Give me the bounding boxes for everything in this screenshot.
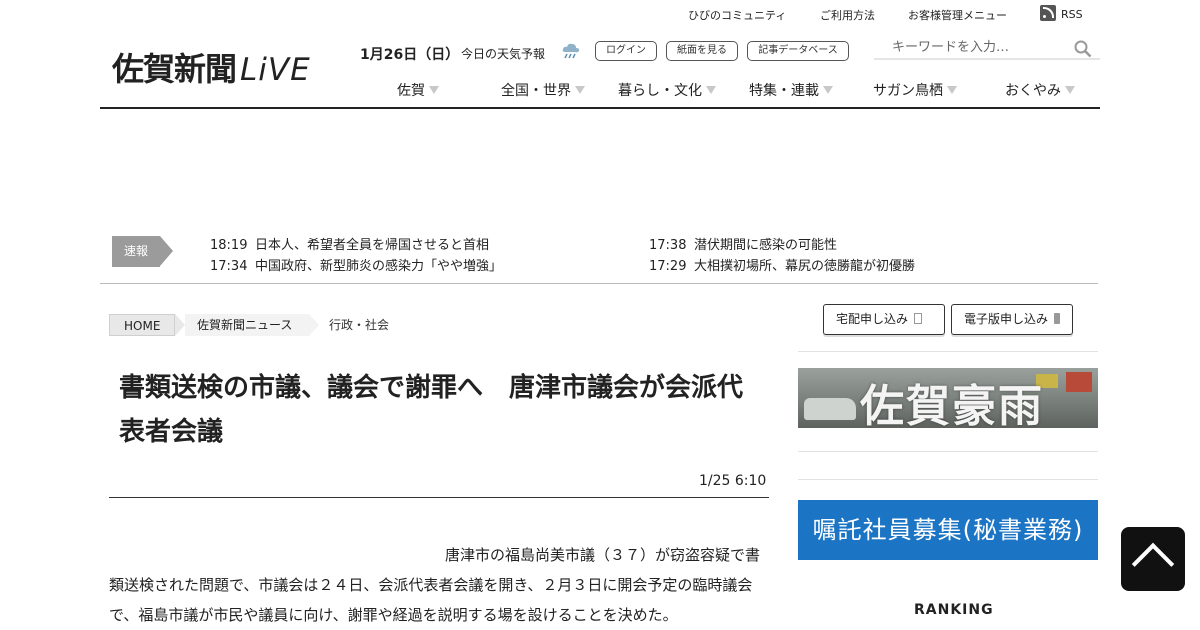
search-input[interactable]	[874, 36, 1064, 58]
news-headline: 潜伏期間に感染の可能性	[694, 238, 838, 253]
breaking-news-item[interactable]: 17:38 潜伏期間に感染の可能性	[649, 234, 837, 253]
news-headline: 大相撲初場所、幕尻の徳勝龍が初優勝	[694, 259, 916, 274]
article-date: 1/25 6:10	[699, 473, 767, 489]
nav-item-features[interactable]: 特集・連載	[749, 80, 833, 100]
chevron-down-icon	[823, 86, 833, 94]
banner-car-image	[804, 398, 856, 420]
article-divider	[109, 497, 769, 498]
utility-link-account[interactable]: お客様管理メニュー	[908, 7, 1007, 23]
rss-link[interactable]: RSS	[1061, 8, 1083, 21]
sidebar-divider	[798, 451, 1098, 452]
current-date: 1月26日（日）	[360, 47, 460, 63]
site-logo[interactable]: 佐賀新聞 LiVE	[112, 44, 311, 88]
utility-link-howto[interactable]: ご利用方法	[820, 7, 875, 23]
chevron-down-icon	[706, 86, 716, 94]
breaking-news-label: 速報	[112, 236, 160, 267]
nav-item-national-world[interactable]: 全国・世界	[501, 80, 585, 100]
button-label: 電子版申し込み	[964, 312, 1049, 326]
nav-label: 特集・連載	[749, 83, 819, 99]
breaking-news-label-arrow	[160, 236, 173, 266]
chevron-down-icon	[947, 86, 957, 94]
breaking-news-item[interactable]: 18:19 日本人、希望者全員を帰国させると首相	[210, 234, 489, 253]
sidebar-divider	[798, 351, 1098, 352]
news-time: 18:19	[210, 238, 248, 253]
home-delivery-button[interactable]: 宅配申し込み	[823, 304, 945, 335]
breadcrumb-current: 行政・社会	[329, 318, 390, 332]
nav-item-life-culture[interactable]: 暮らし・文化	[618, 80, 716, 100]
recruitment-banner[interactable]: 嘱託社員募集(秘書業務)	[798, 500, 1098, 560]
breadcrumb-separator	[309, 314, 319, 336]
news-time: 17:29	[649, 259, 687, 274]
chevron-down-icon	[429, 86, 439, 94]
button-label: 宅配申し込み	[836, 312, 909, 326]
article-database-button[interactable]: 記事データベース	[747, 41, 849, 61]
smartphone-icon	[1054, 313, 1061, 324]
logo-live-text: LiVE	[240, 52, 311, 88]
utility-link-community[interactable]: ひびのコミュニティ	[688, 7, 786, 23]
digital-edition-button[interactable]: 電子版申し込み	[951, 304, 1073, 335]
rain-cloud-icon[interactable]	[561, 42, 581, 60]
banner-sign-image	[1066, 372, 1092, 392]
breaking-news-item[interactable]: 17:29 大相撲初場所、幕尻の徳勝龍が初優勝	[649, 255, 915, 274]
nav-label: サガン鳥栖	[873, 83, 943, 99]
logo-text: 佐賀新聞	[112, 50, 237, 88]
chevron-down-icon	[1065, 86, 1075, 94]
weather-link[interactable]: 今日の天気予報	[461, 45, 545, 62]
login-button[interactable]: ログイン	[595, 41, 657, 61]
header-divider	[100, 107, 1100, 109]
breadcrumb-separator	[175, 314, 185, 336]
news-headline: 日本人、希望者全員を帰国させると首相	[255, 238, 490, 253]
nav-label: 暮らし・文化	[618, 83, 702, 99]
chevron-down-icon	[575, 86, 585, 94]
document-icon	[914, 313, 923, 324]
ranking-heading: RANKING	[914, 602, 994, 618]
search-icon[interactable]	[1074, 40, 1092, 58]
rss-icon[interactable]	[1040, 5, 1056, 21]
breadcrumb-home[interactable]: HOME	[109, 314, 175, 336]
saga-heavy-rain-banner[interactable]: 佐賀豪雨	[798, 368, 1098, 428]
nav-item-obituaries[interactable]: おくやみ	[1005, 80, 1075, 100]
breaking-news-item[interactable]: 17:34 中国政府、新型肺炎の感染力「やや増強」	[210, 255, 502, 274]
nav-label: おくやみ	[1005, 83, 1061, 99]
news-time: 17:34	[210, 259, 248, 274]
view-paper-button[interactable]: 紙面を見る	[666, 41, 738, 61]
nav-item-saga[interactable]: 佐賀	[397, 80, 439, 100]
nav-item-sagan-tosu[interactable]: サガン鳥栖	[873, 80, 957, 100]
search-box	[874, 36, 1100, 60]
back-to-top-button[interactable]	[1121, 527, 1185, 591]
sidebar-divider	[798, 479, 1098, 480]
news-headline: 中国政府、新型肺炎の感染力「やや増強」	[255, 259, 503, 274]
breadcrumb-news[interactable]: 佐賀新聞ニュース	[185, 314, 309, 336]
nav-label: 全国・世界	[501, 83, 571, 99]
banner-text: 佐賀豪雨	[860, 381, 1044, 428]
main-nav: 佐賀 全国・世界 暮らし・文化 特集・連載 サガン鳥栖 おくやみ	[380, 80, 1100, 102]
article-body: 唐津市の福島尚美市議（３７）が窃盗容疑で書類送検された問題で、市議会は２４日、会…	[109, 546, 761, 624]
nav-label: 佐賀	[397, 83, 425, 99]
article-title: 書類送検の市議、議会で謝罪へ 唐津市議会が会派代表者会議	[119, 373, 744, 447]
news-time: 17:38	[649, 238, 687, 253]
breaking-news-divider	[100, 283, 1098, 284]
